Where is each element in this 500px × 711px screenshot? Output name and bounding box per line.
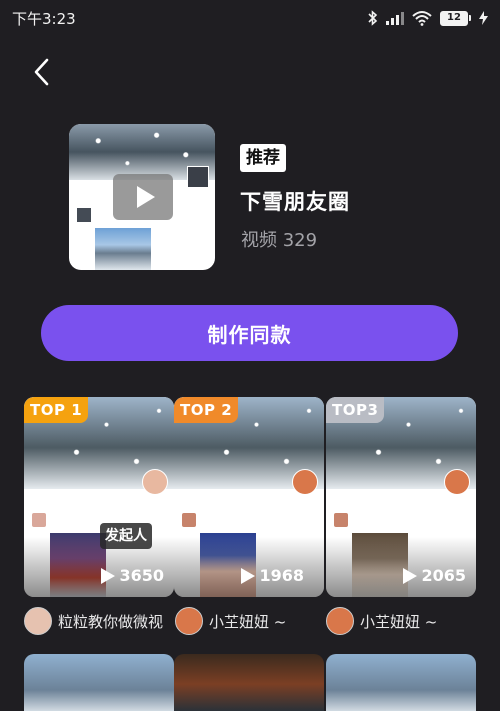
rank-badge: TOP3 [326,397,385,423]
card-mini-avatar [32,513,46,527]
status-bar: 下午3:23 12 [0,0,500,36]
template-title: 下雪朋友圈 [240,190,350,214]
video-count: 视频 329 [241,230,318,251]
author-name: 小芏妞妞 ~ [360,612,438,631]
status-time: 下午3:23 [12,9,76,28]
status-icons: 12 [368,10,488,26]
cover-small-avatar [77,208,91,222]
video-card[interactable] [24,654,174,711]
cover-avatar [187,166,209,188]
play-count-value: 2065 [421,566,466,585]
play-icon [403,567,418,584]
back-button[interactable] [26,54,56,90]
author[interactable]: 小芏妞妞 ~ [175,606,286,636]
battery-icon: 12 [440,10,471,26]
card-mini-avatar [182,513,196,527]
wifi-icon [412,11,432,26]
play-count: 2065 [403,566,466,585]
card-corner-avatar [292,469,318,495]
author-name: 粒粒教你做微视 [58,612,164,631]
rank-badge: TOP 2 [174,397,239,423]
video-card[interactable] [326,654,476,711]
card-mini-avatar [334,513,348,527]
author-name: 小芏妞妞 ~ [209,612,287,631]
play-count-value: 3650 [119,566,164,585]
play-count-value: 1968 [259,566,304,585]
video-card[interactable]: TOP3 2065 [326,397,476,597]
video-card[interactable]: TOP 2 1968 [174,397,324,597]
battery-level: 12 [442,11,466,24]
video-card[interactable]: TOP 1 发起人 3650 [24,397,174,597]
play-icon [101,567,116,584]
signal-icon [386,11,404,25]
avatar [24,607,52,635]
play-count: 3650 [101,566,164,585]
card-corner-avatar [142,469,168,495]
charging-icon [479,11,488,25]
cover-mountain-photo [95,228,151,270]
card-corner-avatar [444,469,470,495]
avatar [326,607,354,635]
play-count: 1968 [241,566,304,585]
play-icon [241,567,256,584]
template-cover[interactable] [69,124,215,270]
author[interactable]: 粒粒教你做微视 [24,606,163,636]
video-card[interactable] [174,654,324,711]
play-icon[interactable] [113,174,173,220]
rank-badge: TOP 1 [24,397,89,423]
tag-badge: 推荐 [240,144,286,172]
avatar [175,607,203,635]
initiator-badge: 发起人 [100,523,152,549]
author[interactable]: 小芏妞妞 ~ [326,606,437,636]
chevron-left-icon [34,58,49,86]
bluetooth-icon [368,10,378,26]
make-same-button[interactable]: 制作同款 [41,305,458,361]
